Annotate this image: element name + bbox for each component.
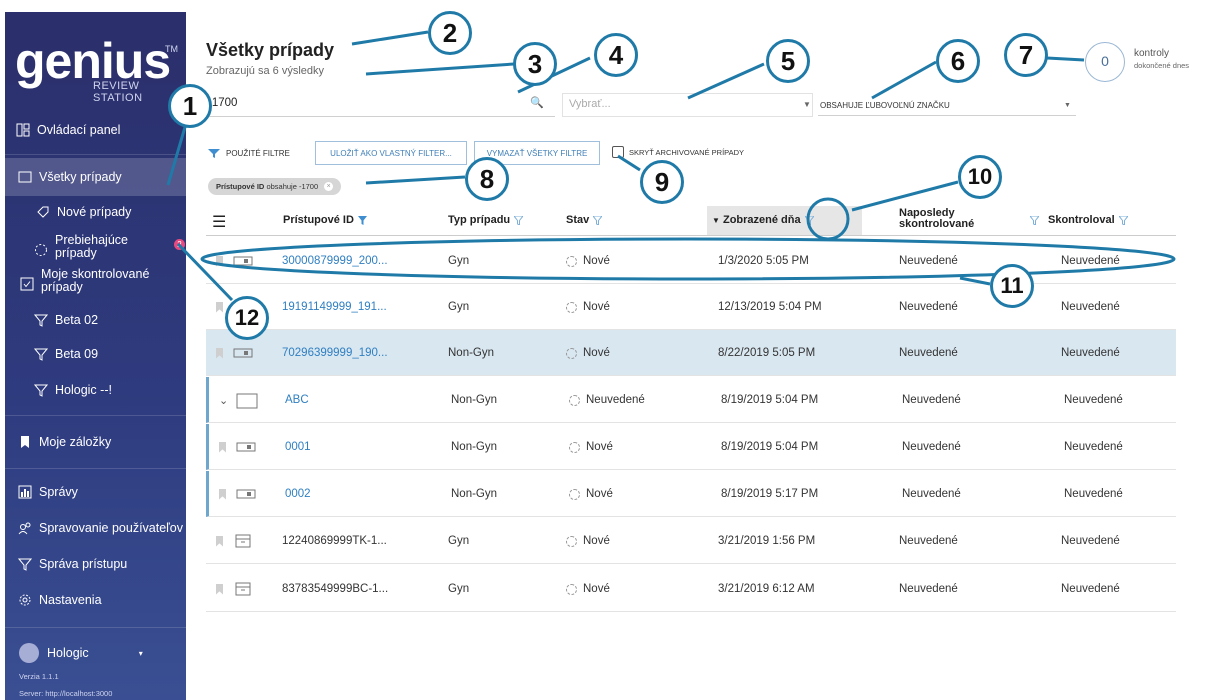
callout-12: 12 xyxy=(225,296,269,340)
callout-11: 11 xyxy=(990,264,1034,308)
callout-6: 6 xyxy=(936,39,980,83)
callout-5: 5 xyxy=(766,39,810,83)
callout-1: 1 xyxy=(168,84,212,128)
callout-9: 9 xyxy=(640,160,684,204)
callout-8: 8 xyxy=(465,157,509,201)
callout-10: 10 xyxy=(958,155,1002,199)
callout-3: 3 xyxy=(513,42,557,86)
callout-2: 2 xyxy=(428,11,472,55)
callout-4: 4 xyxy=(594,33,638,77)
callout-7: 7 xyxy=(1004,33,1048,77)
